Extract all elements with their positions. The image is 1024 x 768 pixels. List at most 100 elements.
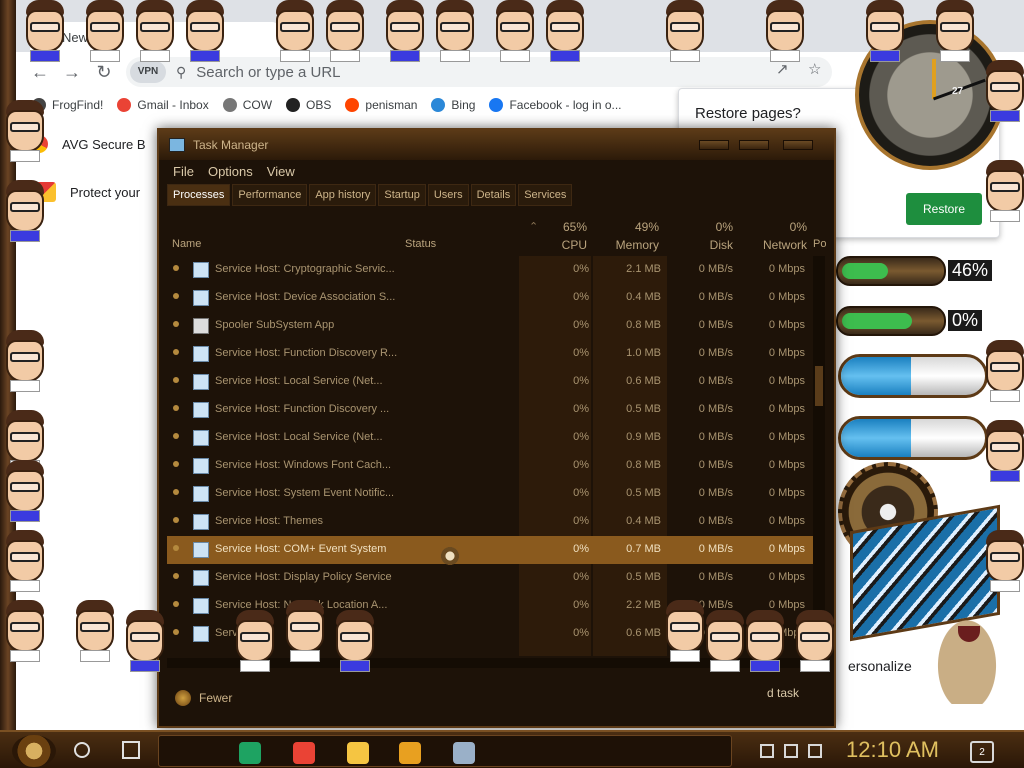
restore-title: Restore pages? [695,105,801,122]
taskbar-clock[interactable]: 12:10 AM [846,737,939,763]
sticker-shirt [800,660,830,672]
share-icon[interactable]: ↗ [776,60,789,78]
reload-button[interactable]: ↻ [92,60,116,84]
table-row[interactable]: Service Host: System Event Notific... 0% 0… [167,480,819,508]
globe-icon [222,98,237,112]
expand-arrow-icon[interactable] [173,433,179,439]
task-view-icon[interactable] [122,741,140,759]
expand-arrow-icon[interactable] [173,377,179,383]
protect-label: Protect your [70,184,141,200]
sticker-glasses [940,22,970,32]
tube-gauge-2-fill [841,419,911,457]
expand-arrow-icon[interactable] [173,265,179,271]
service-icon [193,346,209,362]
header-memory[interactable]: Memory [599,238,659,252]
table-row[interactable]: Spooler SubSystem App 0% 0.8 MB 0 MB/s 0 Mbp… [167,312,819,340]
forward-button[interactable]: → [60,60,84,84]
bookmark-item[interactable]: Bing [431,98,475,112]
header-status[interactable]: Status [405,238,436,250]
back-button[interactable]: ← [28,60,52,84]
bookmark-item[interactable]: Facebook - log in o... [489,98,622,112]
cartoon-face-sticker-icon [0,600,50,662]
service-icon [193,486,209,502]
service-icon [193,514,209,530]
expand-arrow-icon[interactable] [173,573,179,579]
header-disk[interactable]: Disk [673,238,733,252]
tab-performance[interactable]: Performance [232,184,308,206]
avg-browser-icon[interactable] [399,742,421,764]
tab-app-history[interactable]: App history [309,184,377,206]
expand-arrow-icon[interactable] [173,517,179,523]
table-row[interactable]: Service Host: Function Discovery R... 0% 1… [167,340,819,368]
notification-center-icon[interactable]: 2 [970,741,994,763]
network-icon[interactable] [784,744,798,758]
bookmark-item[interactable]: COW [222,98,272,112]
table-row[interactable]: Service Host: Function Discovery ... 0% 0.… [167,396,819,424]
menu-file[interactable]: File [173,164,194,179]
expand-arrow-icon[interactable] [173,461,179,467]
minimize-button[interactable] [699,140,729,150]
start-button[interactable] [12,735,56,767]
tab-details[interactable]: Details [470,184,517,206]
tube-gauge-1-fill [841,357,911,395]
header-network[interactable]: Network [745,238,807,252]
memory-cell: 0.8 MB [626,459,661,471]
tab-users[interactable]: Users [427,184,469,206]
sticker-shirt [990,470,1020,482]
chrome-icon[interactable] [293,742,315,764]
table-row[interactable]: Service Host: Display Policy Service 0% 0.… [167,564,819,592]
volume-mute-icon[interactable] [808,744,822,758]
battery-icon[interactable] [760,744,774,758]
expand-arrow-icon[interactable] [173,489,179,495]
table-row[interactable]: Service Host: Windows Font Cach... 0% 0.8 … [167,452,819,480]
expand-arrow-icon[interactable] [173,545,179,551]
task-manager-titlebar[interactable]: Task Manager [159,130,834,160]
table-row[interactable]: Service Host: Cryptographic Servic... 0% 2… [167,256,819,284]
maximize-button[interactable] [739,140,769,150]
bookmark-item[interactable]: OBS [286,98,331,112]
sticker-glasses [80,622,110,632]
chevron-up-icon[interactable] [175,690,191,706]
column-headers: Name Status ⌃ 65% CPU 49% Memory 0% Disk… [167,214,827,254]
sheets-icon[interactable] [239,742,261,764]
bookmark-item[interactable]: Gmail - Inbox [117,98,209,112]
end-task-button[interactable]: d task [767,686,799,700]
file-explorer-icon[interactable] [347,742,369,764]
expand-arrow-icon[interactable] [173,601,179,607]
menu-view[interactable]: View [267,164,295,179]
search-circle-icon[interactable] [74,742,90,758]
table-row[interactable]: Service Host: Device Association S... 0% 0… [167,284,819,312]
fewer-details-link[interactable]: Fewer [199,691,232,705]
header-cpu[interactable]: CPU [527,238,587,252]
menu-options[interactable]: Options [208,164,253,179]
restore-button[interactable]: Restore [906,193,982,225]
expand-arrow-icon[interactable] [173,629,179,635]
bookmark-star-icon[interactable]: ☆ [808,60,821,78]
network-cell: 0 Mbps [768,571,805,583]
expand-arrow-icon[interactable] [173,405,179,411]
disk-cell: 0 MB/s [698,431,733,443]
bookmark-item[interactable]: penisman [345,98,417,112]
table-row[interactable]: Service Host: Local Service (Net... 0% 0.6… [167,368,819,396]
header-name[interactable]: Name [172,238,201,250]
expand-arrow-icon[interactable] [173,349,179,355]
clock-hour-hand [932,59,936,99]
table-row[interactable]: Service Host: Local Service (Net... 0% 0.9… [167,424,819,452]
task-manager-icon[interactable] [453,742,475,764]
expand-arrow-icon[interactable] [173,293,179,299]
tab-processes[interactable]: Processes [167,184,231,206]
header-power[interactable]: Po [813,238,826,250]
vpn-badge[interactable]: VPN [130,61,166,83]
tab-startup[interactable]: Startup [378,184,426,206]
cartoon-face-sticker-icon [980,530,1024,592]
table-row[interactable]: Service Host: COM+ Event System 0% 0.7 MB 0… [167,536,819,564]
cpu-gauge-fill [842,263,888,279]
vertical-scrollbar[interactable] [813,256,825,656]
process-list: Service Host: Cryptographic Servic... 0% 2… [167,256,819,656]
scrollbar-thumb[interactable] [815,366,823,406]
personalize-link[interactable]: ersonalize [848,658,912,674]
table-row[interactable]: Service Host: Themes 0% 0.4 MB 0 MB/s 0 Mbps [167,508,819,536]
expand-arrow-icon[interactable] [173,321,179,327]
close-button[interactable] [783,140,813,150]
tab-services[interactable]: Services [518,184,573,206]
